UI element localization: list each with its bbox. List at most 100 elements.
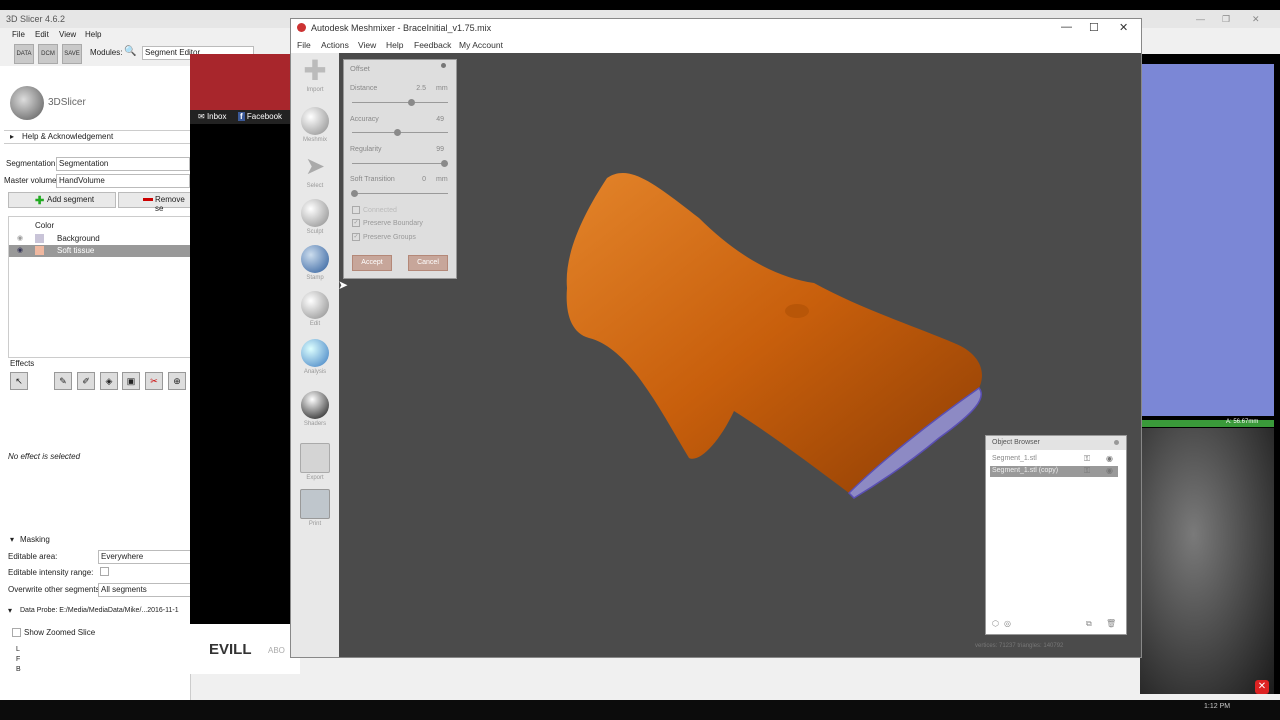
- tool-print[interactable]: Print: [295, 487, 335, 533]
- overwrite-selector[interactable]: All segments: [98, 583, 192, 597]
- select-pointer-icon[interactable]: ↖: [10, 372, 28, 390]
- save-button[interactable]: SAVE: [62, 44, 82, 64]
- panel-close-icon[interactable]: [1114, 440, 1119, 445]
- table-row[interactable]: ◉ Soft tissue: [9, 245, 191, 257]
- eye-icon[interactable]: ◉: [17, 246, 23, 254]
- threshold-effect-icon[interactable]: ▣: [122, 372, 140, 390]
- cancel-button[interactable]: Cancel: [408, 255, 448, 271]
- slicer-minimize-icon[interactable]: —: [1196, 14, 1205, 24]
- distance-unit: mm: [436, 85, 448, 92]
- menu-view[interactable]: View: [358, 40, 376, 50]
- eye-icon[interactable]: ◉: [17, 234, 23, 242]
- accuracy-value[interactable]: 49: [424, 116, 444, 123]
- soft-transition-slider[interactable]: [351, 190, 448, 197]
- segment-color-swatch[interactable]: [35, 246, 44, 255]
- tool-select[interactable]: ➤ Select: [295, 151, 335, 197]
- segmentation-selector[interactable]: Segmentation: [56, 157, 190, 171]
- slicer-close-icon[interactable]: ✕: [1252, 14, 1260, 25]
- maximize-icon[interactable]: ☐: [1089, 21, 1099, 34]
- cube-icon[interactable]: ⬡: [992, 619, 999, 628]
- facebook-bookmark[interactable]: f Facebook: [238, 112, 282, 121]
- evill-logo[interactable]: EVILL: [209, 641, 252, 658]
- tool-analysis[interactable]: Analysis: [295, 337, 335, 383]
- duplicate-icon[interactable]: ⧉: [1086, 619, 1092, 629]
- dcm-button[interactable]: DCM: [38, 44, 58, 64]
- about-link[interactable]: ABO: [268, 646, 285, 655]
- close-icon[interactable]: ✕: [1119, 21, 1128, 34]
- plus-icon: ✚: [35, 195, 45, 207]
- minimize-icon[interactable]: —: [1061, 21, 1072, 33]
- slicer-maximize-icon[interactable]: ❐: [1222, 14, 1230, 25]
- slicer-menu-edit[interactable]: Edit: [35, 30, 49, 39]
- close-red-icon[interactable]: ✕: [1255, 680, 1269, 694]
- editable-area-selector[interactable]: Everywhere: [98, 550, 192, 564]
- slicer-logo-text: 3DSlicer: [48, 97, 86, 108]
- accept-button[interactable]: Accept: [352, 255, 392, 271]
- slicer-3d-viewport[interactable]: [1140, 64, 1274, 416]
- menu-file[interactable]: File: [297, 40, 311, 50]
- tool-export[interactable]: Export: [295, 441, 335, 487]
- sphere-icon[interactable]: ◎: [1004, 619, 1011, 628]
- segment-color-swatch[interactable]: [35, 234, 44, 243]
- data-probe-label[interactable]: Data Probe: E:/Media/MediaData/Mike/...2…: [20, 607, 179, 614]
- show-zoomed-checkbox[interactable]: [12, 628, 21, 637]
- add-segment-button[interactable]: ✚ Add segment: [8, 192, 116, 208]
- preserve-boundary-checkbox[interactable]: ✓ Preserve Boundary: [352, 219, 423, 227]
- preserve-groups-checkbox[interactable]: ✓ Preserve Groups: [352, 233, 416, 241]
- erase-effect-icon[interactable]: ◈: [100, 372, 118, 390]
- slicer-menu-help[interactable]: Help: [85, 30, 101, 39]
- inbox-bookmark[interactable]: ✉ Inbox: [198, 112, 227, 121]
- tool-sculpt[interactable]: Sculpt: [295, 197, 335, 243]
- trash-icon[interactable]: 🗑: [1106, 619, 1116, 628]
- scissors-effect-icon[interactable]: ✂: [145, 372, 163, 390]
- tool-meshmix[interactable]: Meshmix: [295, 105, 335, 151]
- eye-icon[interactable]: ◉: [1106, 454, 1113, 463]
- menu-actions[interactable]: Actions: [321, 40, 349, 50]
- data-button[interactable]: DATA: [14, 44, 34, 64]
- tool-stamp[interactable]: Stamp: [295, 243, 335, 289]
- lock-icon[interactable]: ⚿: [1084, 454, 1090, 464]
- slicer-3d-view[interactable]: A: 56.67mm: [1140, 54, 1280, 694]
- tool-edit[interactable]: Edit: [295, 289, 335, 335]
- lock-icon[interactable]: ⚿: [1084, 466, 1090, 476]
- menu-help[interactable]: Help: [386, 40, 403, 50]
- accuracy-label: Accuracy: [350, 116, 379, 123]
- regularity-slider[interactable]: [352, 160, 449, 167]
- master-volume-selector[interactable]: HandVolume: [56, 174, 190, 188]
- minus-icon: [143, 198, 153, 201]
- list-item[interactable]: Segment_1.stl (copy) ⚿ ◉: [990, 466, 1118, 477]
- soft-transition-slider-handle[interactable]: [351, 190, 358, 197]
- probe-row: L: [16, 646, 20, 653]
- accuracy-slider-handle[interactable]: [394, 129, 402, 136]
- object-name: Segment_1.stl: [992, 455, 1037, 462]
- accuracy-slider[interactable]: [352, 129, 448, 136]
- distance-slider[interactable]: [352, 99, 448, 106]
- distance-value[interactable]: 2.5: [412, 85, 426, 92]
- draw-effect-icon[interactable]: ✐: [77, 372, 95, 390]
- masking-toggle[interactable]: ▾ Masking: [4, 534, 190, 546]
- tool-shaders[interactable]: Shaders: [295, 389, 335, 435]
- remove-segment-button[interactable]: Remove se: [118, 192, 192, 213]
- soft-transition-value[interactable]: 0: [416, 176, 426, 183]
- paint-effect-icon[interactable]: ✎: [54, 372, 72, 390]
- panel-close-icon[interactable]: [441, 63, 446, 68]
- eye-icon[interactable]: ◉: [1106, 466, 1113, 475]
- list-item[interactable]: Segment_1.stl ⚿ ◉: [990, 454, 1118, 465]
- modules-search-icon[interactable]: 🔍: [124, 46, 136, 57]
- slicer-menu-file[interactable]: File: [12, 30, 25, 39]
- regularity-slider-handle[interactable]: [441, 160, 449, 167]
- tool-import[interactable]: ✚ Import: [295, 55, 335, 101]
- slice-view-image[interactable]: [1140, 428, 1274, 694]
- meshmixer-title-bar: Autodesk Meshmixer - BraceInitial_v1.75.…: [291, 19, 1141, 39]
- slicer-menu-view[interactable]: View: [59, 30, 76, 39]
- intensity-checkbox[interactable]: [100, 567, 109, 576]
- menu-my-account[interactable]: My Account: [459, 40, 503, 50]
- help-ack-toggle[interactable]: ▸ Help & Acknowledgement: [4, 130, 190, 144]
- regularity-value[interactable]: 99: [424, 146, 444, 153]
- analysis-globe-icon: [301, 339, 329, 367]
- distance-slider-handle[interactable]: [408, 99, 416, 106]
- connected-checkbox[interactable]: Connected: [352, 206, 397, 214]
- menu-feedback[interactable]: Feedback: [414, 40, 451, 50]
- table-row[interactable]: ◉ Background: [9, 233, 191, 245]
- margin-effect-icon[interactable]: ⊕: [168, 372, 186, 390]
